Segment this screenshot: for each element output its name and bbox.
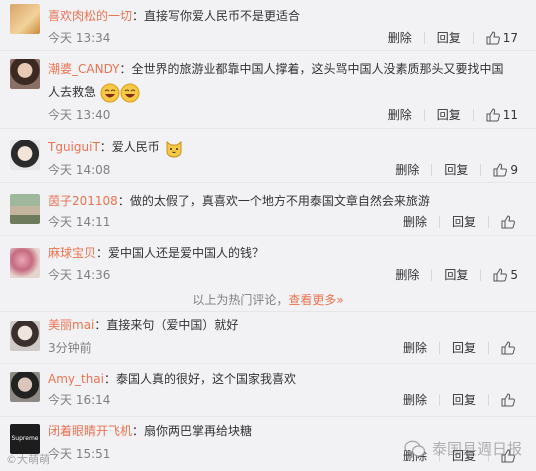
commenter-name[interactable]: 麻球宝贝: [48, 246, 96, 260]
avatar[interactable]: [10, 321, 40, 351]
comment-actions: 删除 回复 5: [395, 267, 518, 283]
avatar[interactable]: [10, 372, 40, 402]
commenter-name[interactable]: Amy_thai: [48, 372, 104, 386]
reply-button[interactable]: 回复: [452, 214, 476, 230]
comment-text: 直接来句（爱中国）就好: [106, 318, 239, 332]
commenter-name[interactable]: 闭着眼睛开飞机: [48, 424, 132, 438]
watermark-left: ©大萌萌: [6, 453, 50, 466]
reply-button[interactable]: 回复: [437, 30, 461, 46]
comment-text-continued: 人去救急: [48, 85, 97, 99]
watermark-text: 泰国县週日报: [431, 440, 522, 458]
like-count: 9: [510, 163, 518, 177]
comment-time: 今天 14:08: [48, 163, 111, 177]
comment-item: 喜欢肉松的一切：直接写你爱人民币不是更适合 今天 13:34 删除 回复 17: [0, 0, 536, 50]
like-button[interactable]: 17: [486, 30, 518, 46]
watermark: 泰国县週日报: [404, 438, 522, 459]
commenter-name[interactable]: 茵子201108: [48, 194, 118, 208]
avatar[interactable]: [10, 4, 40, 34]
thumbs-up-icon: [493, 268, 508, 282]
delete-button[interactable]: 删除: [395, 267, 419, 283]
avatar-label: Supreme: [11, 435, 39, 442]
comment-time: 今天 15:51: [48, 447, 111, 461]
comment-time: 今天 16:14: [48, 393, 111, 407]
comment-actions: 删除 回复 11: [388, 107, 518, 123]
avatar[interactable]: [10, 248, 40, 278]
wechat-icon: [404, 440, 426, 457]
comment-time: 今天 14:11: [48, 215, 111, 229]
comment-time: 今天 13:40: [48, 108, 111, 122]
delete-button[interactable]: 删除: [403, 214, 427, 230]
comment-actions: 删除 回复 17: [388, 30, 518, 46]
comment-item: 潮婆_CANDY：全世界的旅游业都靠中国人撑着，这头骂中国人没素质那头又要找中国…: [0, 51, 536, 127]
like-button[interactable]: 11: [486, 107, 518, 123]
delete-button[interactable]: 删除: [388, 30, 412, 46]
comment-actions: 删除 回复 9: [395, 162, 518, 178]
cat-emoji-icon: [166, 140, 182, 157]
comment-text: 全世界的旅游业都靠中国人撑着，这头骂中国人没素质那头又要找中国: [131, 62, 504, 76]
comment-time: 3分钟前: [48, 341, 92, 355]
like-button[interactable]: 9: [493, 162, 518, 178]
delete-button[interactable]: 删除: [395, 162, 419, 178]
comment-text: 爱中国人还是爱中国人的钱？: [108, 246, 265, 260]
commenter-name[interactable]: 美丽mai: [48, 318, 94, 332]
thumbs-up-icon: [486, 31, 500, 45]
laughing-emoji-icon: [100, 83, 140, 102]
delete-button[interactable]: 删除: [403, 340, 427, 356]
comment-item: 茵子201108：做的太假了，真喜欢一个地方不用泰国文章自然会来旅游 今天 14…: [0, 183, 536, 235]
like-button[interactable]: [501, 215, 518, 229]
commenter-name[interactable]: 潮婆_CANDY: [48, 62, 119, 76]
thumbs-up-icon: [501, 215, 515, 229]
avatar[interactable]: [10, 194, 40, 224]
thumbs-up-icon: [501, 393, 515, 407]
comment-item: Amy_thai：泰国人真的很好，这个国家我喜欢 今天 16:14 删除 回复: [0, 364, 536, 416]
comment-text: 泰国人真的很好，这个国家我喜欢: [116, 372, 297, 386]
like-count: 5: [510, 268, 518, 282]
reply-button[interactable]: 回复: [444, 162, 468, 178]
delete-button[interactable]: 删除: [403, 392, 427, 408]
like-button[interactable]: [501, 393, 518, 407]
comment-actions: 删除 回复: [403, 340, 518, 356]
comment-text: 直接写你爱人民币不是更适合: [144, 9, 301, 23]
comment-text: 爱人民币: [111, 140, 160, 154]
reply-button[interactable]: 回复: [444, 267, 468, 283]
commenter-name[interactable]: TguiguiT: [48, 140, 100, 154]
thumbs-up-icon: [501, 341, 515, 355]
view-more-link[interactable]: 查看更多»: [288, 293, 343, 307]
reply-button[interactable]: 回复: [437, 107, 461, 123]
avatar[interactable]: Supreme: [10, 424, 40, 454]
comment-text: 做的太假了，真喜欢一个地方不用泰国文章自然会来旅游: [129, 194, 430, 208]
hot-comments-bar: 以上为热门评论，查看更多»: [0, 292, 536, 308]
thumbs-up-icon: [486, 108, 500, 122]
comment-time: 今天 13:34: [48, 31, 111, 45]
like-button[interactable]: [501, 341, 518, 355]
like-count: 17: [502, 31, 518, 45]
commenter-name[interactable]: 喜欢肉松的一切: [48, 9, 132, 23]
avatar[interactable]: [10, 140, 40, 170]
comment-text: 扇你两巴掌再给块糖: [144, 424, 253, 438]
reply-button[interactable]: 回复: [452, 340, 476, 356]
comment-item: 美丽mai：直接来句（爱中国）就好 3分钟前 删除 回复: [0, 312, 536, 364]
comment-item: TguiguiT：爱人民币 今天 14:08 删除 回复 9: [0, 129, 536, 181]
like-count: 11: [502, 108, 518, 122]
thumbs-up-icon: [493, 163, 508, 177]
avatar[interactable]: [10, 59, 40, 89]
comment-actions: 删除 回复: [403, 392, 518, 408]
like-button[interactable]: 5: [493, 267, 518, 283]
delete-button[interactable]: 删除: [388, 107, 412, 123]
reply-button[interactable]: 回复: [452, 392, 476, 408]
comment-actions: 删除 回复: [403, 214, 518, 230]
comment-time: 今天 14:36: [48, 268, 111, 282]
comment-item: 麻球宝贝：爱中国人还是爱中国人的钱？ 今天 14:36 删除 回复 5: [0, 236, 536, 288]
hot-comments-text: 以上为热门评论，: [192, 293, 289, 307]
